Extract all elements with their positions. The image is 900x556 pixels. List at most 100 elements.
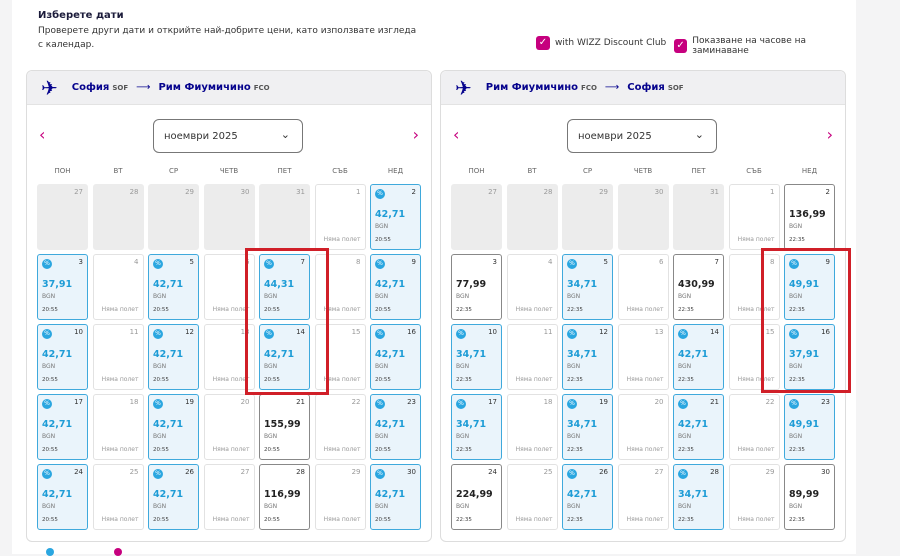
day-cell[interactable]: 29 Няма полет xyxy=(728,464,780,530)
day-cell[interactable]: 26% 42,71 BGN 22:35 xyxy=(562,464,613,530)
day-cell[interactable]: 2% 42,71 BGN 20:55 xyxy=(370,184,421,250)
day-cell[interactable]: 10% 42,71 BGN 20:55 xyxy=(37,324,88,390)
day-cell[interactable]: 9% 49,91 BGN 22:35 xyxy=(784,254,835,320)
day-cell[interactable]: 21 155,99 BGN 20:55 xyxy=(259,394,310,460)
plane-icon: ✈ xyxy=(455,75,472,100)
day-cell[interactable]: 26% 42,71 BGN 20:55 xyxy=(148,464,199,530)
fare-currency: BGN xyxy=(789,433,803,440)
day-cell[interactable]: 11 Няма полет xyxy=(92,324,144,390)
day-cell[interactable]: 23% 42,71 BGN 20:55 xyxy=(370,394,421,460)
day-cell[interactable]: 30 89,99 BGN 22:35 xyxy=(784,464,835,530)
day-cell[interactable]: 8 Няма полет xyxy=(728,254,780,320)
day-cell: 27 xyxy=(451,184,502,250)
day-cell[interactable]: 27 Няма полет xyxy=(203,464,255,530)
chevron-left-icon[interactable]: ‹ xyxy=(453,125,459,144)
outbound-calendar: ✈ София SOF ⟶ Рим Фиумичино FCO ‹ ноемвр… xyxy=(26,70,432,542)
day-cell[interactable]: 16% 42,71 BGN 20:55 xyxy=(370,324,421,390)
day-cell[interactable]: 18 Няма полет xyxy=(92,394,144,460)
month-select[interactable]: ноември 2025 ⌄ xyxy=(153,119,303,153)
month-select[interactable]: ноември 2025 ⌄ xyxy=(567,119,717,153)
day-number: 8 xyxy=(770,258,775,266)
weekday-label: СР xyxy=(168,167,179,175)
day-cell[interactable]: 23% 49,91 BGN 22:35 xyxy=(784,394,835,460)
day-cell[interactable]: 30% 42,71 BGN 20:55 xyxy=(370,464,421,530)
day-cell[interactable]: 16% 37,91 BGN 22:35 xyxy=(784,324,835,390)
day-cell[interactable]: 3 77,99 BGN 22:35 xyxy=(451,254,502,320)
departure-time: 20:55 xyxy=(264,447,280,453)
origin-city: Рим Фиумичино xyxy=(485,82,579,93)
day-cell[interactable]: 1 Няма полет xyxy=(314,184,366,250)
discount-badge-icon: % xyxy=(375,259,385,269)
day-cell[interactable]: 7 430,99 BGN 22:35 xyxy=(673,254,724,320)
day-cell[interactable]: 27 Няма полет xyxy=(617,464,669,530)
day-cell[interactable]: 17% 42,71 BGN 20:55 xyxy=(37,394,88,460)
discount-badge-icon: % xyxy=(789,259,799,269)
departure-time: 20:55 xyxy=(153,517,169,523)
day-number: 31 xyxy=(710,188,719,196)
no-flight-label: Няма полет xyxy=(737,376,775,383)
day-number: 31 xyxy=(296,188,305,196)
day-cell[interactable]: 13 Няма полет xyxy=(617,324,669,390)
checkbox-checked-icon[interactable]: ✓ xyxy=(674,39,688,53)
day-cell[interactable]: 18 Няма полет xyxy=(506,394,558,460)
day-cell[interactable]: 11 Няма полет xyxy=(506,324,558,390)
day-cell[interactable]: 15 Няма полет xyxy=(314,324,366,390)
show-times-toggle[interactable]: ✓ Показване на часове на заминаване xyxy=(674,36,856,56)
day-cell[interactable]: 20 Няма полет xyxy=(203,394,255,460)
day-cell[interactable]: 9% 42,71 BGN 20:55 xyxy=(370,254,421,320)
day-cell: 29 xyxy=(148,184,199,250)
day-cell[interactable]: 20 Няма полет xyxy=(617,394,669,460)
fare-price: 34,71 xyxy=(678,489,709,500)
flight-dates-panel: Изберете дати Проверете други дати и отк… xyxy=(12,0,856,556)
day-cell[interactable]: 4 Няма полет xyxy=(506,254,558,320)
day-cell[interactable]: 12% 34,71 BGN 22:35 xyxy=(562,324,613,390)
day-cell[interactable]: 8 Няма полет xyxy=(314,254,366,320)
day-cell[interactable]: 19% 42,71 BGN 20:55 xyxy=(148,394,199,460)
no-flight-label: Няма полет xyxy=(626,446,664,453)
discount-badge-icon: % xyxy=(264,259,274,269)
day-number: 30 xyxy=(821,468,830,476)
day-cell[interactable]: 15 Няма полет xyxy=(728,324,780,390)
chevron-right-icon[interactable]: › xyxy=(827,125,833,144)
chevron-right-icon[interactable]: › xyxy=(413,125,419,144)
day-cell[interactable]: 5% 34,71 BGN 22:35 xyxy=(562,254,613,320)
checkbox-checked-icon[interactable]: ✓ xyxy=(536,36,550,50)
fare-price: 42,71 xyxy=(375,419,406,430)
day-cell[interactable]: 10% 34,71 BGN 22:35 xyxy=(451,324,502,390)
day-cell[interactable]: 28 116,99 BGN 20:55 xyxy=(259,464,310,530)
day-cell[interactable]: 25 Няма полет xyxy=(506,464,558,530)
day-cell[interactable]: 21% 42,71 BGN 22:35 xyxy=(673,394,724,460)
day-cell[interactable]: 24 224,99 BGN 22:35 xyxy=(451,464,502,530)
departure-time: 22:35 xyxy=(456,447,472,453)
day-number: 12 xyxy=(599,328,608,336)
day-cell[interactable]: 25 Няма полет xyxy=(92,464,144,530)
day-cell[interactable]: 19% 34,71 BGN 22:35 xyxy=(562,394,613,460)
day-cell[interactable]: 3% 37,91 BGN 20:55 xyxy=(37,254,88,320)
day-cell[interactable]: 1 Няма полет xyxy=(728,184,780,250)
chevron-left-icon[interactable]: ‹ xyxy=(39,125,45,144)
day-cell[interactable]: 12% 42,71 BGN 20:55 xyxy=(148,324,199,390)
day-cell[interactable]: 22 Няма полет xyxy=(314,394,366,460)
discount-club-toggle[interactable]: ✓ with WIZZ Discount Club xyxy=(536,36,666,50)
day-number: 21 xyxy=(296,398,305,406)
fare-price: 42,71 xyxy=(678,349,709,360)
day-number: 3 xyxy=(78,258,83,266)
day-cell[interactable]: 6 Няма полет xyxy=(203,254,255,320)
day-cell[interactable]: 17% 34,71 BGN 22:35 xyxy=(451,394,502,460)
fare-price: 42,71 xyxy=(153,419,184,430)
day-cell[interactable]: 14% 42,71 BGN 22:35 xyxy=(673,324,724,390)
day-cell[interactable]: 22 Няма полет xyxy=(728,394,780,460)
day-cell[interactable]: 2 136,99 BGN 22:35 xyxy=(784,184,835,250)
day-cell[interactable]: 6 Няма полет xyxy=(617,254,669,320)
day-cell[interactable]: 7% 44,31 BGN 20:55 xyxy=(259,254,310,320)
day-number: 11 xyxy=(543,328,553,336)
day-cell[interactable]: 13 Няма полет xyxy=(203,324,255,390)
day-cell[interactable]: 5% 42,71 BGN 20:55 xyxy=(148,254,199,320)
day-cell[interactable]: 14% 42,71 BGN 20:55 xyxy=(259,324,310,390)
day-cell[interactable]: 29 Няма полет xyxy=(314,464,366,530)
day-cell[interactable]: 4 Няма полет xyxy=(92,254,144,320)
day-cell[interactable]: 24% 42,71 BGN 20:55 xyxy=(37,464,88,530)
page-title: Изберете дати xyxy=(38,10,124,21)
day-cell[interactable]: 28% 34,71 BGN 22:35 xyxy=(673,464,724,530)
day-number: 16 xyxy=(821,328,830,336)
